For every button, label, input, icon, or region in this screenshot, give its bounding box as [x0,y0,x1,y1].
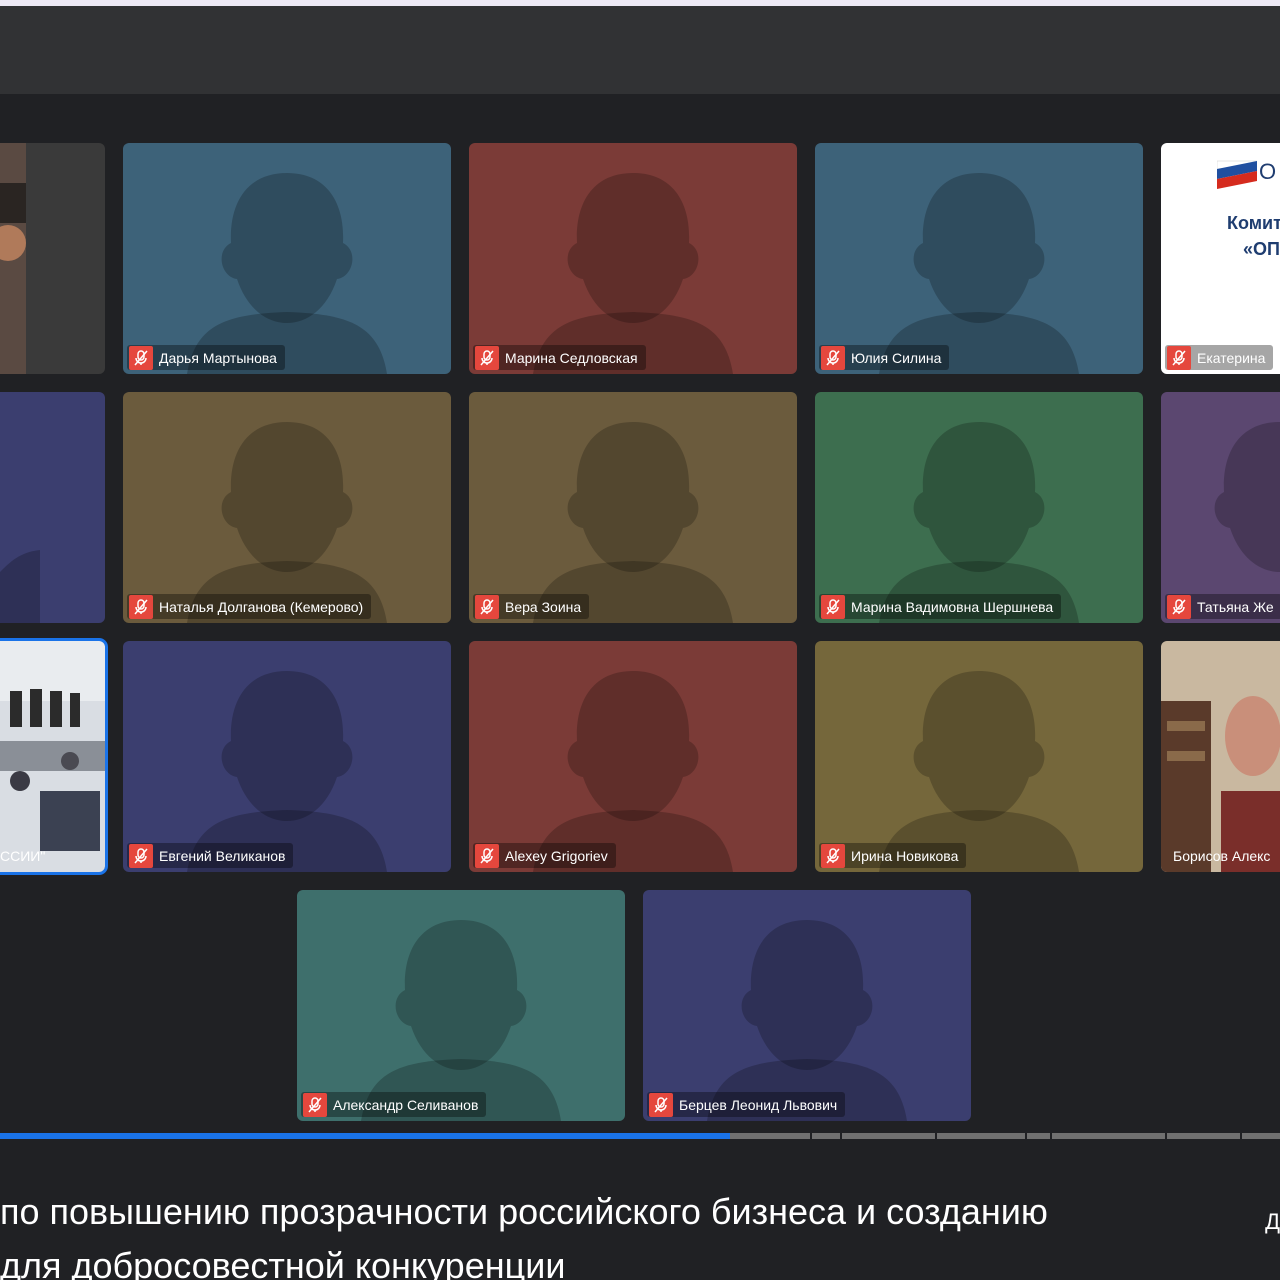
mic-muted-icon [129,594,153,619]
mic-muted-icon [475,594,499,619]
avatar-silhouette-icon [643,890,971,1121]
avatar-silhouette-icon [0,550,40,623]
participant-name: Дарья Мартынова [159,349,277,366]
mic-muted-icon [129,843,153,868]
participant-tile-active-speaker[interactable]: ССИИ" [0,638,108,875]
participant-tile[interactable]: Марина Седловская [469,143,797,374]
participant-tile-partial-video[interactable] [0,143,105,374]
mic-muted-icon [649,1092,673,1117]
participant-tile-video[interactable]: Борисов Алекс [1161,641,1280,872]
caption-right-mark: Д [1265,1209,1280,1234]
participant-tile-partial[interactable] [0,392,105,623]
name-badge: Марина Седловская [473,345,646,370]
participant-tile[interactable]: Александр Селиванов [297,890,625,1121]
participant-name: Берцев Леонид Львович [679,1096,838,1113]
name-badge: Екатерина [1165,345,1274,370]
participant-tile[interactable]: Наталья Долганова (Кемерово) [123,392,451,623]
mic-muted-icon [1167,345,1191,370]
flag-logo-icon [1217,160,1257,189]
participant-tile-shared-slide[interactable]: О Комит «ОП Екатерина [1161,143,1280,374]
name-badge: Татьяна Же [1165,594,1280,619]
participant-tile[interactable]: Вера Зоина [469,392,797,623]
participant-tile[interactable]: Дарья Мартынова [123,143,451,374]
slide-title-line: Комит [1227,213,1280,233]
caption-line-1: по повышению прозрачности российского би… [0,1191,1048,1232]
name-badge: Наталья Долганова (Кемерово) [127,594,372,619]
participant-video-thumbnail [0,143,26,374]
participant-name: Борисов Алекс [1173,848,1271,864]
name-badge: Александр Селиванов [301,1092,487,1117]
participant-name: Ирина Новикова [851,847,959,864]
name-badge: Вера Зоина [473,594,590,619]
participant-tile[interactable]: Евгений Великанов [123,641,451,872]
name-badge: Евгений Великанов [127,843,294,868]
avatar-silhouette-icon [815,641,1143,872]
participant-name: Вера Зоина [505,598,582,615]
mic-muted-icon [475,843,499,868]
participant-name: Юлия Силина [851,349,942,366]
avatar-silhouette-icon [123,143,451,374]
meeting-header-bar [0,6,1280,94]
participant-name: Евгений Великанов [159,847,286,864]
name-badge: Марина Вадимовна Шершнева [819,594,1062,619]
participant-tile[interactable]: Татьяна Же [1161,392,1280,623]
name-badge: Alexey Grigoriev [473,843,616,868]
conference-room-video [0,641,105,872]
participant-tile[interactable]: Ирина Новикова [815,641,1143,872]
avatar-silhouette-icon [815,392,1143,623]
avatar-silhouette-icon [469,143,797,374]
participant-name: Alexey Grigoriev [505,847,608,864]
mic-muted-icon [821,843,845,868]
mic-muted-icon [821,345,845,370]
participant-tile[interactable]: Alexey Grigoriev [469,641,797,872]
participant-grid: Дарья Мартынова Марина Седловская Юлия С… [0,94,1280,1136]
participant-name: Екатерина [1197,349,1266,366]
name-badge: Дарья Мартынова [127,345,285,370]
video-title-caption: по повышению прозрачности российского би… [0,1139,1280,1280]
participant-name: Александр Селиванов [333,1096,479,1113]
name-badge: Юлия Силина [819,345,950,370]
participant-tile[interactable]: Юлия Силина [815,143,1143,374]
name-badge: Ирина Новикова [819,843,967,868]
avatar-silhouette-icon [469,392,797,623]
participant-name: ССИИ" [0,848,46,864]
avatar-silhouette-icon [815,143,1143,374]
name-badge: Берцев Леонид Львович [647,1092,846,1117]
avatar-silhouette-icon [297,890,625,1121]
slide-logo-text: О [1259,159,1277,184]
avatar-silhouette-icon [123,641,451,872]
avatar-silhouette-icon [123,392,451,623]
participant-name: Марина Седловская [505,349,638,366]
participant-name: Татьяна Же [1197,598,1274,615]
mic-muted-icon [821,594,845,619]
participant-tile[interactable]: Берцев Леонид Львович [643,890,971,1121]
participant-name: Наталья Долганова (Кемерово) [159,598,364,615]
mic-muted-icon [303,1092,327,1117]
slide-title-line: «ОП [1243,239,1280,259]
participant-tile[interactable]: Марина Вадимовна Шершнева [815,392,1143,623]
caption-line-2: для добросовестной конкуренции [0,1245,566,1280]
participant-name: Марина Вадимовна Шершнева [851,598,1054,615]
mic-muted-icon [129,345,153,370]
participant-video-thumbnail [1161,641,1280,872]
avatar-silhouette-icon [1161,392,1280,623]
mic-muted-icon [1167,594,1191,619]
avatar-silhouette-icon [469,641,797,872]
mic-muted-icon [475,345,499,370]
